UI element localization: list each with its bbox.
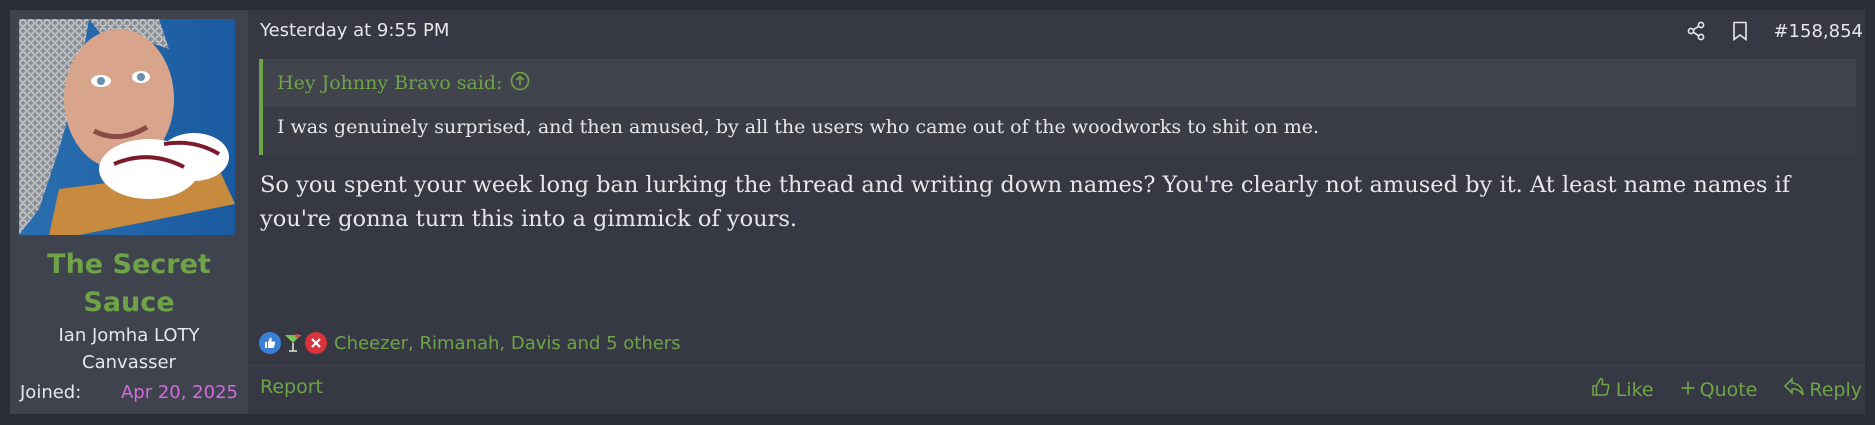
- joined-row: Joined: Apr 20, 2025: [20, 379, 238, 407]
- quote-button[interactable]: Quote: [1680, 378, 1758, 401]
- x-icon: [305, 332, 327, 354]
- post-body: So you spent your week long ban lurking …: [260, 172, 1791, 232]
- quote-author[interactable]: Hey Johnny Bravo said:: [277, 72, 502, 94]
- reaction-icons: [259, 332, 328, 354]
- post-top-actions: #158,854: [1685, 19, 1863, 43]
- bookmark-icon[interactable]: [1729, 20, 1751, 42]
- thumbs-up-icon: [259, 332, 281, 354]
- report-button[interactable]: Report: [260, 376, 323, 398]
- quote-header[interactable]: Hey Johnny Bravo said:: [277, 69, 530, 97]
- user-title-line1: Ian Jomha LOTY: [58, 325, 200, 346]
- username[interactable]: The Secret Sauce: [10, 246, 248, 322]
- reaction-names[interactable]: Cheezer, Rimanah, Davis and 5 others: [334, 333, 681, 354]
- share-icon[interactable]: [1685, 20, 1707, 42]
- reply-button[interactable]: Reply: [1783, 377, 1862, 402]
- reply-arrow-icon: [1783, 377, 1805, 402]
- joined-date: Apr 20, 2025: [120, 382, 238, 403]
- reply-label: Reply: [1809, 378, 1862, 401]
- post-container: The Secret Sauce Ian Jomha LOTY Canvasse…: [9, 9, 1866, 415]
- quote-text: I was genuinely surprised, and then amus…: [277, 116, 1320, 138]
- footer-actions: Like Quote Reply: [1590, 376, 1862, 403]
- post-main: Yesterday at 9:55 PM #158,854 Hey Johnny…: [248, 10, 1865, 414]
- quote-body: I was genuinely surprised, and then amus…: [263, 107, 1856, 155]
- post-footer: Report Like Quote Reply: [248, 365, 1865, 415]
- like-button[interactable]: Like: [1590, 376, 1654, 403]
- reactions-bar[interactable]: Cheezer, Rimanah, Davis and 5 others: [259, 328, 681, 358]
- user-title: Ian Jomha LOTY Canvasser: [10, 322, 248, 376]
- user-title-line2: Canvasser: [82, 352, 176, 373]
- user-sidebar: The Secret Sauce Ian Jomha LOTY Canvasse…: [10, 10, 248, 414]
- cocktail-icon: [282, 332, 304, 354]
- arrow-up-circle-icon[interactable]: [510, 71, 530, 96]
- like-label: Like: [1615, 378, 1654, 401]
- post-number[interactable]: #158,854: [1773, 21, 1863, 42]
- joined-label: Joined:: [20, 382, 82, 403]
- plus-icon: [1680, 379, 1696, 401]
- quote-block: Hey Johnny Bravo said: I was genuinely s…: [259, 59, 1856, 155]
- thumbs-up-outline-icon: [1590, 376, 1612, 403]
- avatar[interactable]: [19, 19, 235, 235]
- quote-label: Quote: [1699, 378, 1758, 401]
- post-date[interactable]: Yesterday at 9:55 PM: [260, 19, 449, 43]
